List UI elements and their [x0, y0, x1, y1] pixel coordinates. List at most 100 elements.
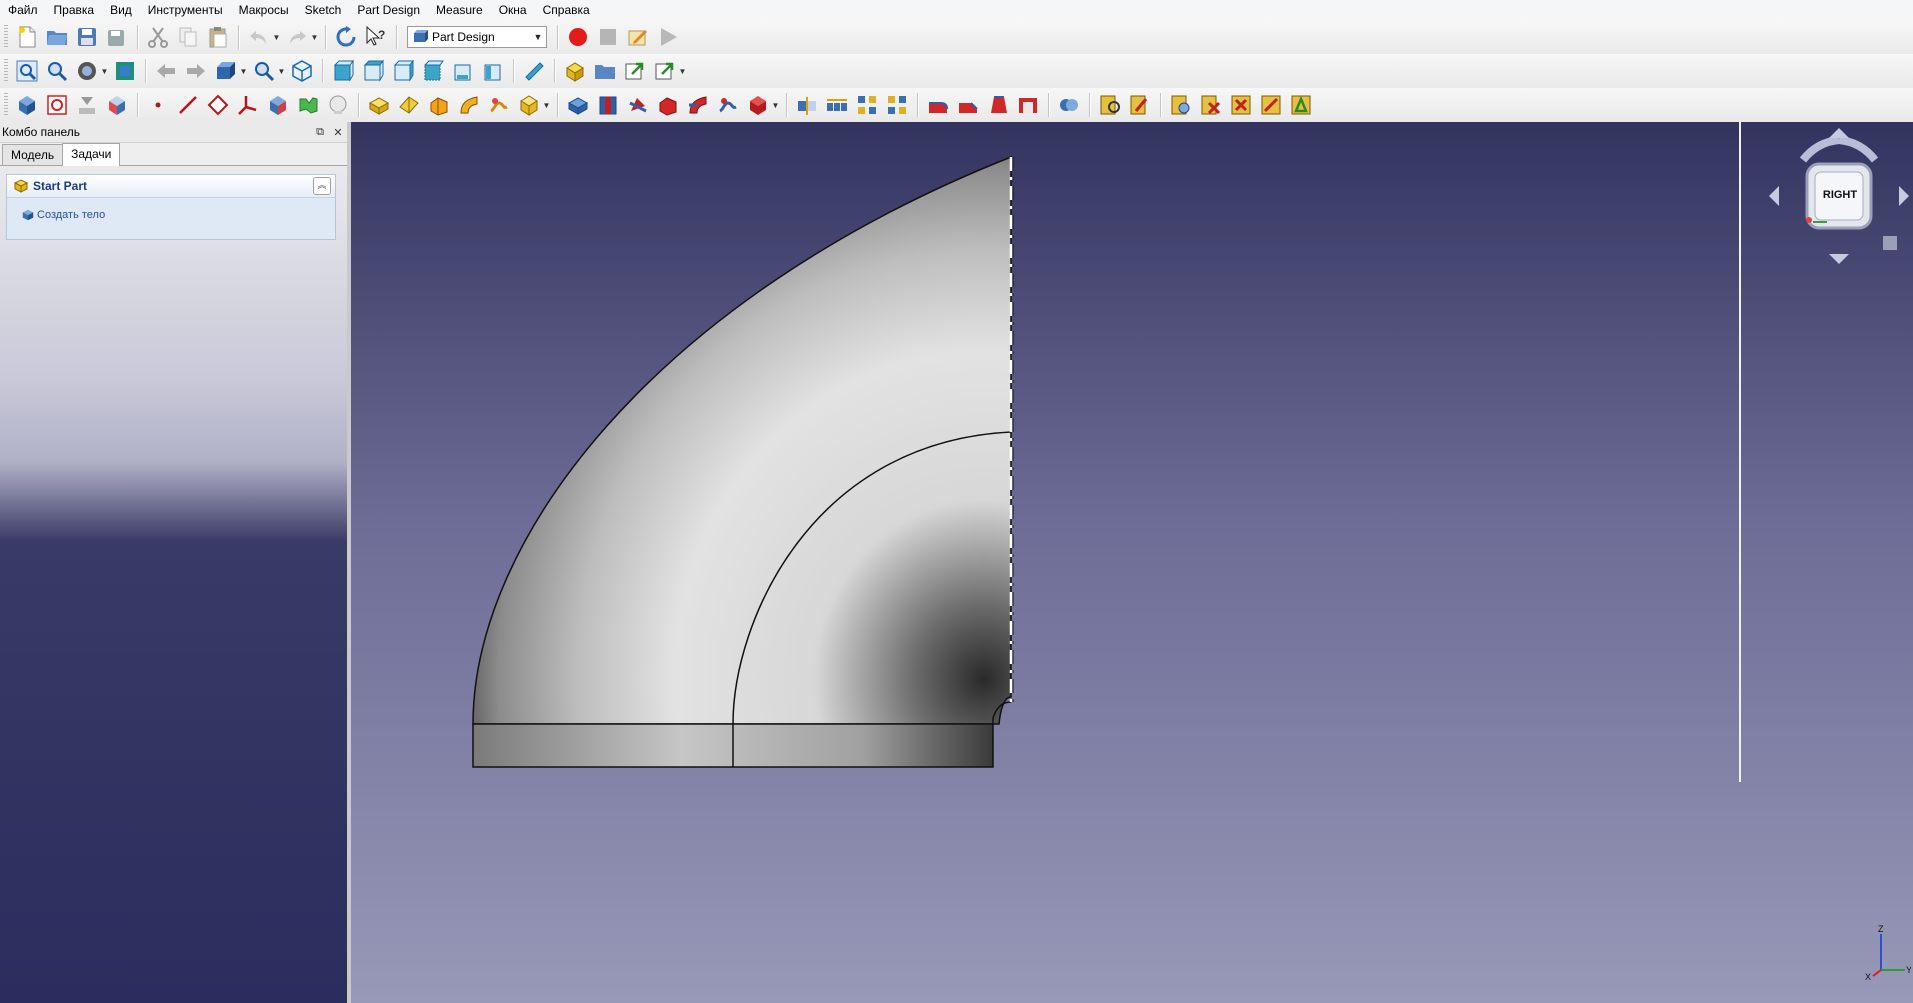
save-as-icon[interactable] [103, 23, 131, 51]
std-views-icon[interactable] [212, 57, 240, 85]
linear-pattern-icon[interactable] [823, 91, 851, 119]
menu-tools[interactable]: Инструменты [140, 0, 231, 20]
subtractive-primitive-icon[interactable] [744, 91, 772, 119]
measure-ruler-icon[interactable] [520, 57, 548, 85]
menu-help[interactable]: Справка [535, 0, 598, 20]
chevron-down-icon[interactable]: ▼ [100, 67, 109, 76]
subtractive-loft-icon[interactable] [654, 91, 682, 119]
view-left-icon[interactable] [479, 57, 507, 85]
draft-icon[interactable] [984, 91, 1012, 119]
pocket-icon[interactable] [564, 91, 592, 119]
create-sketch-icon[interactable] [43, 91, 71, 119]
fit-all-icon[interactable] [13, 57, 41, 85]
whats-this-icon[interactable]: ? [362, 23, 390, 51]
fit-selection-icon[interactable] [43, 57, 71, 85]
tab-model[interactable]: Модель [2, 144, 64, 165]
chevron-down-icon[interactable]: ▼ [272, 33, 281, 42]
clone-icon[interactable] [294, 91, 322, 119]
create-link-icon[interactable] [621, 57, 649, 85]
menu-file[interactable]: Файл [0, 0, 46, 20]
toolbar-grip[interactable] [4, 59, 8, 83]
undock-icon[interactable]: ⧉ [311, 126, 329, 139]
datum-plane-icon[interactable] [204, 91, 232, 119]
menu-part-design[interactable]: Part Design [349, 0, 428, 20]
view-bottom-icon[interactable] [449, 57, 477, 85]
mirrored-icon[interactable] [793, 91, 821, 119]
groove-icon[interactable] [624, 91, 652, 119]
chevron-down-icon[interactable]: ▼ [678, 67, 687, 76]
menu-edit[interactable]: Правка [46, 0, 103, 20]
fillet-icon[interactable] [924, 91, 952, 119]
workbench-selector[interactable]: Part Design ▼ [407, 26, 547, 48]
create-body-icon[interactable] [13, 91, 41, 119]
additive-primitive-icon[interactable] [515, 91, 543, 119]
measure-clear-icon[interactable] [1197, 91, 1225, 119]
measure-refresh-icon[interactable] [1167, 91, 1195, 119]
menu-windows[interactable]: Окна [491, 0, 535, 20]
menu-sketch[interactable]: Sketch [297, 0, 350, 20]
chamfer-icon[interactable] [954, 91, 982, 119]
bounding-box-icon[interactable] [111, 57, 139, 85]
draw-style-icon[interactable] [73, 57, 101, 85]
menu-measure[interactable]: Measure [428, 0, 491, 20]
local-cs-icon[interactable] [234, 91, 262, 119]
subtractive-pipe-icon[interactable] [684, 91, 712, 119]
view-front-icon[interactable] [329, 57, 357, 85]
boolean-icon[interactable] [1055, 91, 1083, 119]
chevron-down-icon[interactable]: ▼ [310, 33, 319, 42]
datum-point-icon[interactable] [144, 91, 172, 119]
measure-toggle-all-icon[interactable] [1227, 91, 1255, 119]
redo-icon[interactable] [283, 23, 311, 51]
tab-tasks[interactable]: Задачи [62, 143, 121, 166]
menu-macros[interactable]: Макросы [231, 0, 297, 20]
macro-stop-icon[interactable] [594, 23, 622, 51]
create-body-link[interactable]: Создать тело [7, 198, 335, 222]
clone-alt-icon[interactable] [324, 91, 352, 119]
measure-linear-icon[interactable] [1096, 91, 1124, 119]
macro-edit-icon[interactable] [624, 23, 652, 51]
3d-viewport[interactable]: RIGHT Z Y X [351, 122, 1913, 1003]
create-group-icon[interactable] [591, 57, 619, 85]
collapse-icon[interactable]: ︽ [313, 177, 331, 195]
forward-arrow-icon[interactable] [182, 57, 210, 85]
sub-shape-binder-icon[interactable] [264, 91, 292, 119]
view-rear-icon[interactable] [419, 57, 447, 85]
macro-run-icon[interactable] [654, 23, 682, 51]
chevron-down-icon[interactable]: ▼ [239, 67, 248, 76]
undo-icon[interactable] [245, 23, 273, 51]
copy-icon[interactable] [174, 23, 202, 51]
chevron-down-icon[interactable]: ▼ [542, 101, 551, 110]
datum-line-icon[interactable] [174, 91, 202, 119]
open-folder-icon[interactable] [43, 23, 71, 51]
additive-helix-icon[interactable] [485, 91, 513, 119]
link-actions-icon[interactable] [651, 57, 679, 85]
measure-angular-icon[interactable] [1126, 91, 1154, 119]
additive-pipe-icon[interactable] [455, 91, 483, 119]
pad-icon[interactable] [365, 91, 393, 119]
back-arrow-icon[interactable] [152, 57, 180, 85]
macro-record-icon[interactable] [564, 23, 592, 51]
multi-transform-icon[interactable] [883, 91, 911, 119]
save-icon[interactable] [73, 23, 101, 51]
subtractive-helix-icon[interactable] [714, 91, 742, 119]
view-right-icon[interactable] [389, 57, 417, 85]
toolbar-grip[interactable] [4, 25, 8, 49]
zoom-icon[interactable] [250, 57, 278, 85]
navigation-cube[interactable]: RIGHT [1769, 126, 1909, 266]
chevron-down-icon[interactable]: ▼ [771, 101, 780, 110]
shape-binder-icon[interactable] [103, 91, 131, 119]
polar-pattern-icon[interactable] [853, 91, 881, 119]
close-icon[interactable]: ✕ [329, 126, 347, 139]
revolution-icon[interactable] [395, 91, 423, 119]
measure-toggle-delta-icon[interactable] [1287, 91, 1315, 119]
create-part-icon[interactable] [561, 57, 589, 85]
view-top-icon[interactable] [359, 57, 387, 85]
new-document-icon[interactable] [13, 23, 41, 51]
hole-icon[interactable] [594, 91, 622, 119]
refresh-icon[interactable] [332, 23, 360, 51]
validate-sketch-icon[interactable] [73, 91, 101, 119]
additive-loft-icon[interactable] [425, 91, 453, 119]
paste-icon[interactable] [204, 23, 232, 51]
toolbar-grip[interactable] [4, 93, 8, 117]
thickness-icon[interactable] [1014, 91, 1042, 119]
